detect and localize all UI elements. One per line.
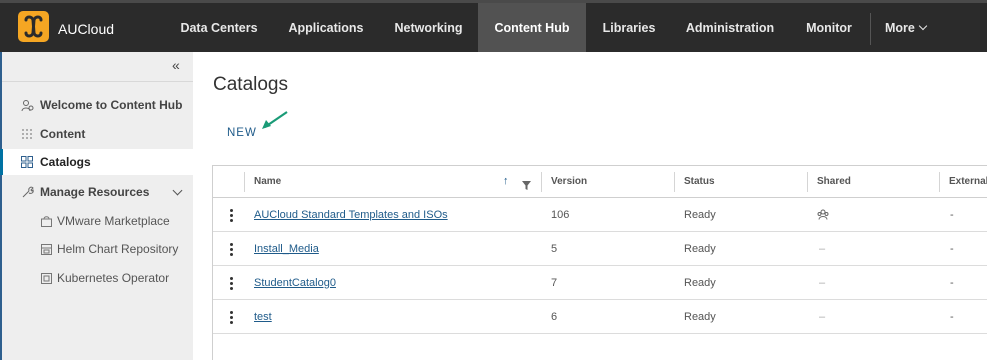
- sidebar: « Welcome to Content Hub Content Catalog…: [0, 52, 193, 360]
- status-cell: Ready: [684, 276, 716, 289]
- version-cell: 5: [551, 242, 558, 255]
- nav-networking[interactable]: Networking: [379, 3, 478, 52]
- status-cell: Ready: [684, 208, 716, 221]
- catalog-name-link[interactable]: AUCloud Standard Templates and ISOs: [254, 209, 448, 221]
- main-nav: Data Centers Applications Networking Con…: [165, 3, 870, 52]
- new-catalog-button[interactable]: NEW: [227, 127, 257, 139]
- catalogs-icon: [20, 155, 34, 169]
- nav-content-hub[interactable]: Content Hub: [478, 3, 586, 52]
- nav-administration[interactable]: Administration: [672, 3, 788, 52]
- shared-cell: –: [819, 242, 826, 255]
- row-actions-icon[interactable]: [225, 241, 237, 257]
- chevron-down-icon[interactable]: [172, 185, 183, 196]
- filter-icon[interactable]: [522, 177, 531, 195]
- collapse-sidebar-icon[interactable]: «: [172, 57, 180, 73]
- status-cell: Ready: [684, 242, 716, 255]
- table-row[interactable]: test 6 Ready – -: [213, 300, 987, 334]
- brand[interactable]: AUCloud: [18, 11, 114, 47]
- version-cell: 106: [551, 208, 570, 221]
- column-header-external[interactable]: External: [940, 166, 987, 197]
- sidebar-item-manage-resources[interactable]: Manage Resources: [2, 179, 193, 205]
- wrench-icon: [20, 185, 34, 199]
- row-actions-icon[interactable]: [225, 309, 237, 325]
- shared-cell: –: [819, 310, 826, 323]
- operator-icon: [40, 272, 52, 284]
- content-grid-icon: [20, 127, 34, 141]
- column-header-shared[interactable]: Shared: [808, 166, 938, 197]
- catalog-name-link[interactable]: test: [254, 311, 272, 323]
- row-actions-icon[interactable]: [225, 207, 237, 223]
- nav-data-centers[interactable]: Data Centers: [165, 3, 273, 52]
- sidebar-item-label: Content: [40, 127, 86, 141]
- sidebar-divider: [2, 81, 193, 82]
- sidebar-item-catalogs[interactable]: Catalogs: [0, 149, 193, 175]
- sidebar-subitem-label: Helm Chart Repository: [57, 242, 179, 256]
- row-actions-icon[interactable]: [225, 275, 237, 291]
- column-header-version[interactable]: Version: [542, 166, 674, 197]
- pointer-arrow-icon: [262, 111, 288, 129]
- external-cell: -: [950, 276, 954, 289]
- sidebar-subitem-label: Kubernetes Operator: [57, 271, 170, 285]
- nav-libraries[interactable]: Libraries: [586, 3, 672, 52]
- sidebar-subitem-vmware-marketplace[interactable]: VMware Marketplace: [2, 208, 193, 234]
- page-title: Catalogs: [213, 74, 288, 95]
- sidebar-item-welcome[interactable]: Welcome to Content Hub: [2, 92, 193, 118]
- version-cell: 7: [551, 276, 558, 289]
- external-cell: -: [950, 310, 954, 323]
- table-row[interactable]: Install_Media 5 Ready – -: [213, 232, 987, 266]
- column-header-name[interactable]: Name: [245, 166, 541, 197]
- external-cell: -: [950, 242, 954, 255]
- nav-more-label: More: [885, 20, 915, 35]
- shared-cell: –: [819, 276, 826, 289]
- catalog-name-link[interactable]: Install_Media: [254, 243, 319, 255]
- sort-ascending-icon[interactable]: ↑: [503, 175, 509, 187]
- marketplace-icon: [40, 215, 52, 227]
- version-cell: 6: [551, 310, 558, 323]
- helm-icon: [40, 243, 52, 255]
- top-header: AUCloud Data Centers Applications Networ…: [0, 0, 987, 52]
- brand-logo-icon: [18, 11, 49, 47]
- catalogs-table: Name ↑ Version Status Shared External AU…: [212, 165, 987, 360]
- sidebar-item-label: Catalogs: [40, 155, 91, 169]
- sidebar-subitem-kubernetes-operator[interactable]: Kubernetes Operator: [2, 265, 193, 291]
- table-header: Name ↑ Version Status Shared External: [213, 166, 987, 198]
- sidebar-item-label: Welcome to Content Hub: [40, 98, 183, 112]
- chevron-down-icon: [918, 21, 928, 30]
- external-cell: -: [950, 208, 954, 221]
- column-header-status[interactable]: Status: [675, 166, 807, 197]
- catalog-name-link[interactable]: StudentCatalog0: [254, 277, 336, 289]
- welcome-icon: [20, 98, 34, 112]
- table-row[interactable]: AUCloud Standard Templates and ISOs 106 …: [213, 198, 987, 232]
- table-row[interactable]: StudentCatalog0 7 Ready – -: [213, 266, 987, 300]
- shared-icon: [817, 198, 829, 231]
- nav-monitor[interactable]: Monitor: [788, 3, 870, 52]
- sidebar-item-label: Manage Resources: [40, 185, 150, 199]
- nav-divider: [870, 13, 871, 45]
- sidebar-subitem-helm-chart-repository[interactable]: Helm Chart Repository: [2, 236, 193, 262]
- sidebar-subitem-label: VMware Marketplace: [57, 214, 170, 228]
- nav-applications[interactable]: Applications: [273, 3, 379, 52]
- sidebar-item-content[interactable]: Content: [2, 121, 193, 147]
- nav-more[interactable]: More: [885, 3, 928, 52]
- status-cell: Ready: [684, 310, 716, 323]
- brand-name: AUCloud: [58, 21, 115, 37]
